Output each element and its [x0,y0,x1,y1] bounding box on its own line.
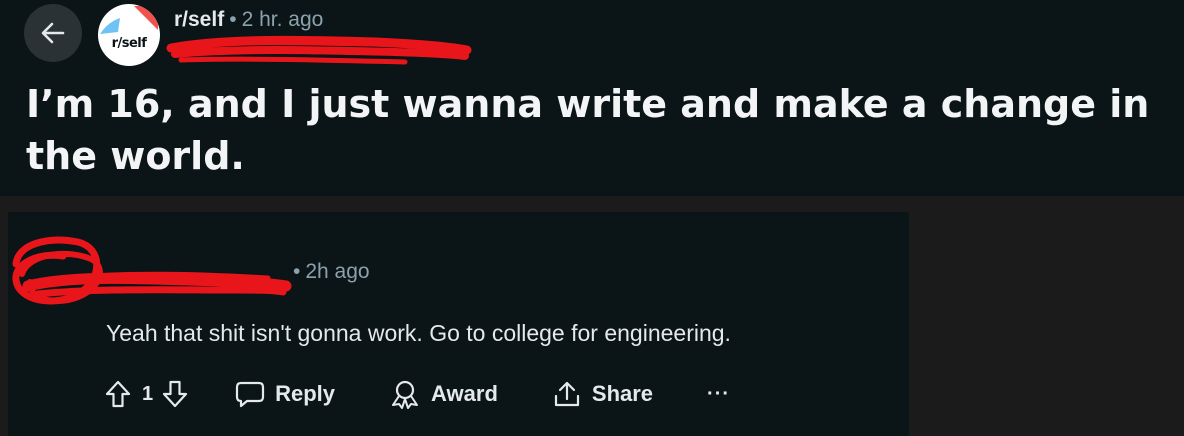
comment-timestamp: 2h ago [305,260,370,283]
post-meta: r/self • 2 hr. ago [174,8,323,32]
subreddit-avatar[interactable]: r/self [98,4,160,66]
comment-body: Yeah that shit isn't gonna work. Go to c… [106,320,731,346]
share-icon [554,381,579,407]
downvote-icon[interactable] [161,379,189,409]
comment-actions: 1 Reply Award Share ··· [104,376,730,412]
avatar-label: r/self [111,36,147,51]
back-arrow-icon [41,22,65,44]
award-button[interactable]: Award [389,379,498,409]
post-header: r/self r/self • 2 hr. ago I’m 16, and I ju… [0,0,1184,196]
award-icon [392,380,419,409]
vote-group: 1 [104,379,189,409]
comment-icon [236,381,265,408]
vote-count: 1 [142,382,154,405]
reply-button[interactable]: Reply [235,380,335,408]
meta-separator: • [293,260,301,283]
share-label: Share [591,381,654,406]
reply-label: Reply [275,381,336,406]
post-timestamp: 2 hr. ago [241,8,324,31]
comment-meta: • 2h ago [288,260,370,284]
share-button[interactable]: Share [552,379,653,409]
award-label: Award [431,381,498,406]
redaction-scribble [166,35,472,65]
subreddit-link[interactable]: r/self [174,8,224,31]
redaction-scribble [12,236,292,305]
avatar-decoration-icon [100,6,158,34]
back-button[interactable] [24,4,82,62]
meta-separator: • [229,8,237,31]
post-title[interactable]: I’m 16, and I just wanna write and make … [26,78,1176,182]
more-icon: ··· [707,382,731,405]
more-options-button[interactable]: ··· [707,383,730,406]
comment-card: • 2h ago Yeah that shit isn't gonna work.… [8,212,909,436]
upvote-icon[interactable] [104,379,132,409]
